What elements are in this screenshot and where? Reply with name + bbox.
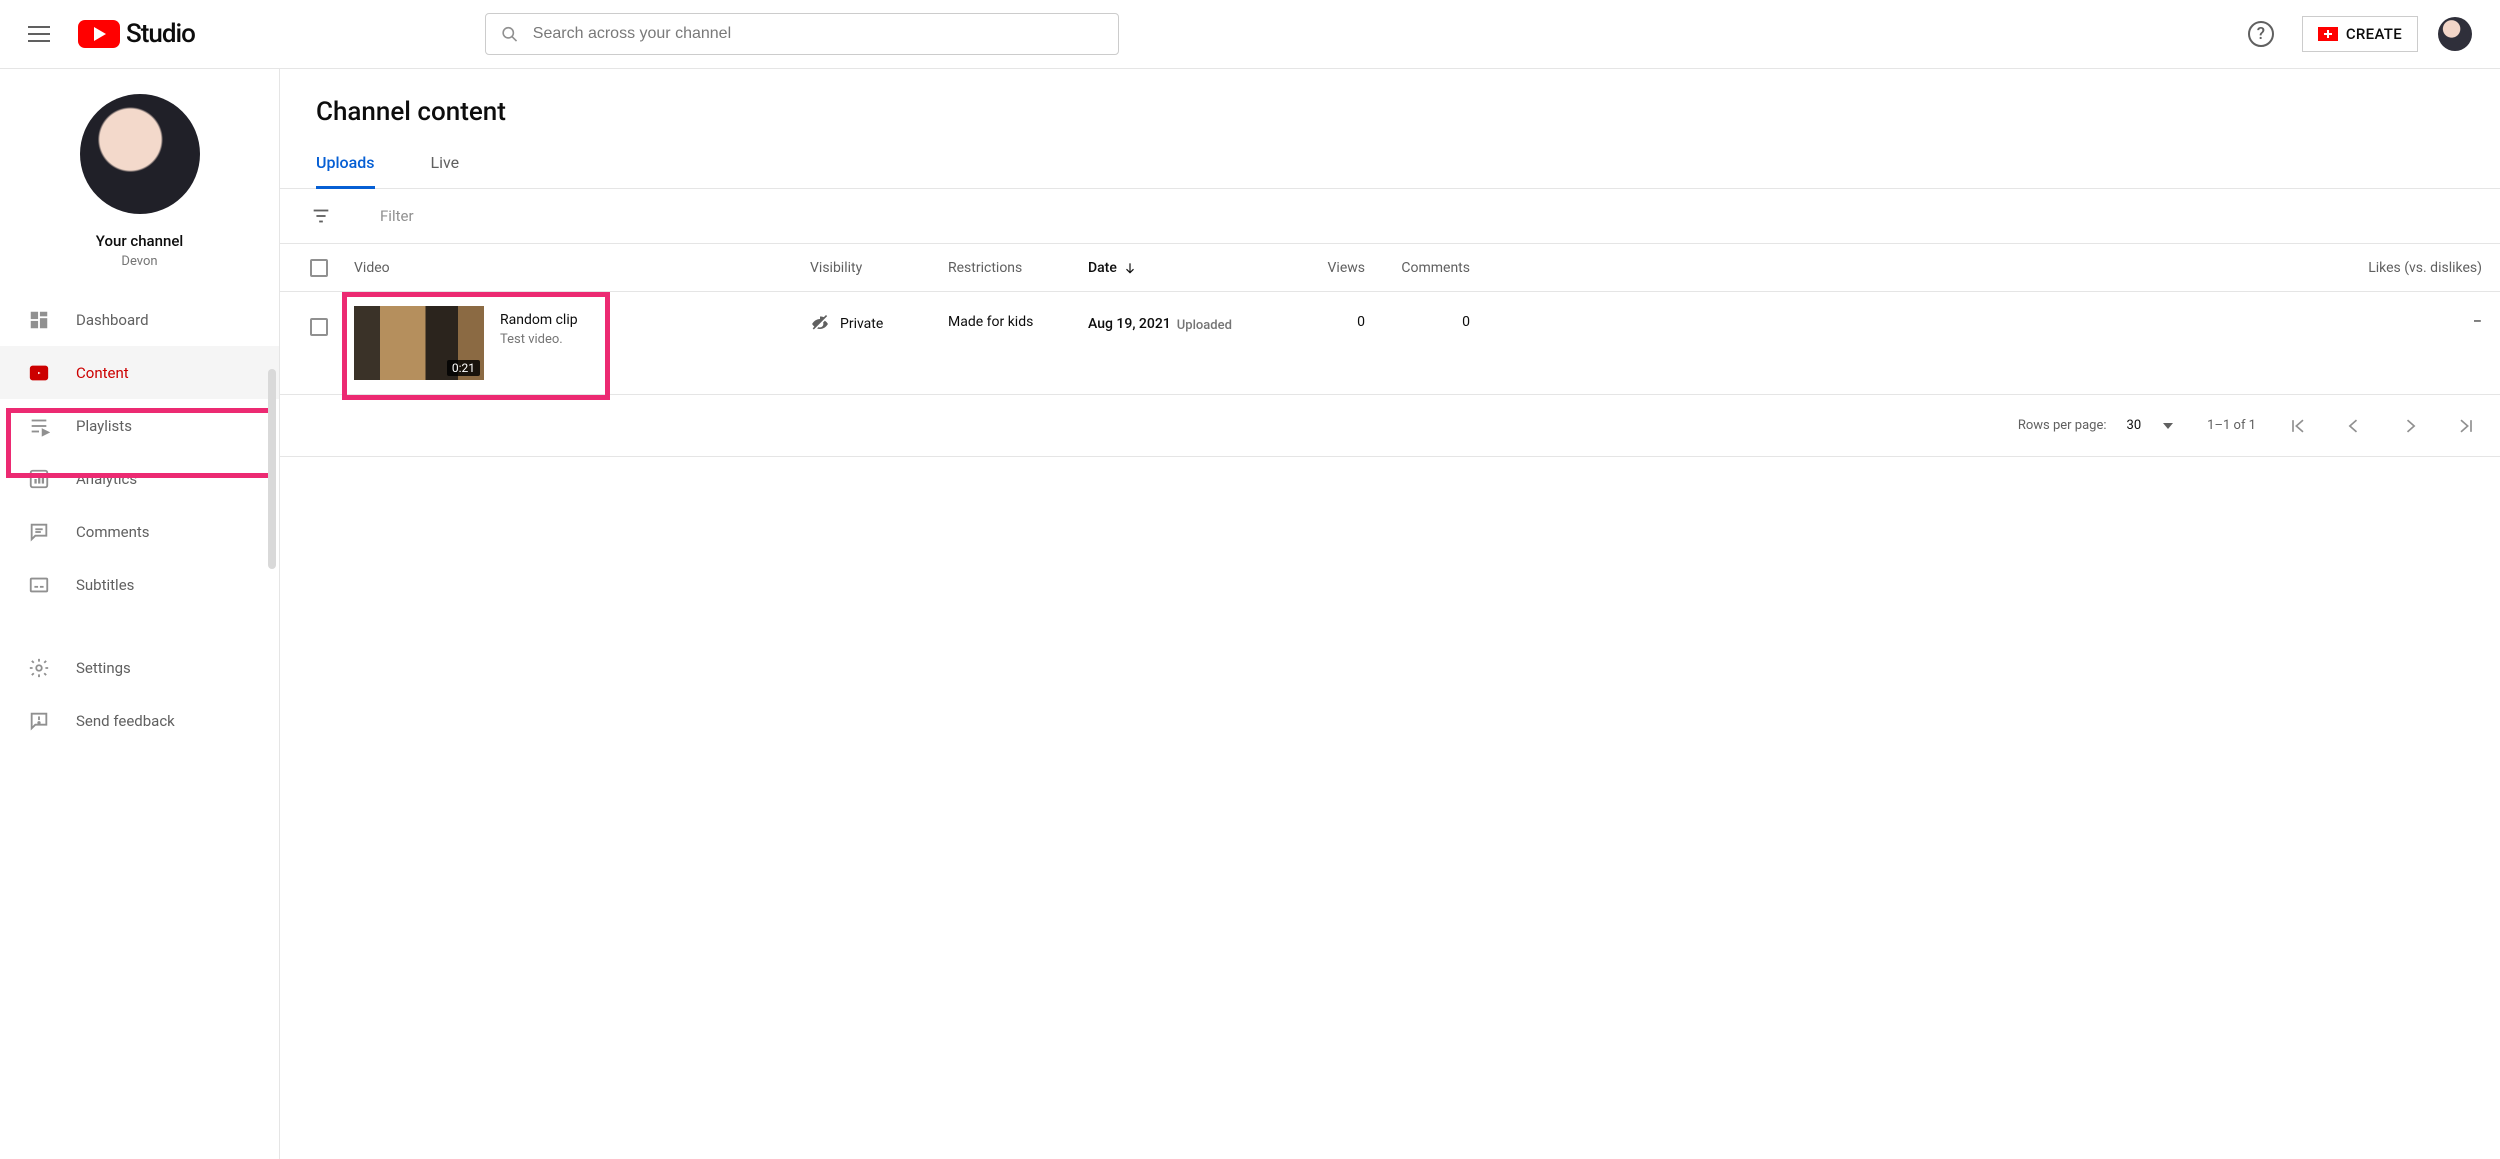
body: Your channel Devon Dashboard Content Pla…: [0, 69, 2500, 1159]
filter-placeholder: Filter: [380, 207, 414, 225]
topbar: Studio ? CREATE: [0, 0, 2500, 69]
feedback-icon: [28, 710, 50, 732]
likes-value: –: [1470, 306, 2500, 330]
create-label: CREATE: [2346, 25, 2402, 43]
comments-icon: [28, 521, 50, 543]
playlists-icon: [28, 415, 50, 437]
rows-per-page-select[interactable]: 30: [2121, 414, 2180, 437]
video-description: Test video.: [500, 332, 578, 347]
dashboard-icon: [28, 309, 50, 331]
tabs: Uploads Live: [280, 153, 2500, 189]
table-row[interactable]: 0:21 Random clip Test video. Private Mad…: [280, 292, 2500, 395]
page-title: Channel content: [280, 97, 2500, 127]
first-page-button[interactable]: [2284, 416, 2312, 436]
analytics-icon: [28, 468, 50, 490]
filter-icon: [310, 205, 332, 227]
sidebar: Your channel Devon Dashboard Content Pla…: [0, 69, 280, 1159]
tab-live[interactable]: Live: [431, 153, 460, 188]
sidebar-item-label: Comments: [76, 523, 150, 541]
col-header-views[interactable]: Views: [1260, 260, 1365, 276]
help-button[interactable]: ?: [2248, 21, 2274, 47]
search-input[interactable]: [533, 25, 1104, 43]
select-all-checkbox[interactable]: [310, 259, 328, 277]
channel-heading: Your channel: [20, 232, 259, 250]
table-header: Video Visibility Restrictions Date Views…: [280, 244, 2500, 292]
sidebar-item-label: Dashboard: [76, 311, 149, 329]
content-icon: [28, 362, 50, 384]
sidebar-item-label: Content: [76, 364, 129, 382]
search-box[interactable]: [485, 13, 1119, 55]
date-status: Uploaded: [1177, 318, 1232, 333]
views-value: 0: [1260, 306, 1365, 330]
subtitles-icon: [28, 574, 50, 596]
visibility-value: Private: [840, 316, 883, 332]
pagination: Rows per page: 30 1–1 of 1: [280, 395, 2500, 457]
sidebar-item-content[interactable]: Content: [0, 346, 279, 399]
arrow-down-icon: [1123, 261, 1137, 275]
col-header-date[interactable]: Date: [1088, 260, 1260, 276]
sidebar-item-dashboard[interactable]: Dashboard: [0, 293, 279, 346]
col-header-likes[interactable]: Likes (vs. dislikes): [1470, 260, 2500, 276]
logo[interactable]: Studio: [78, 19, 195, 49]
sidebar-item-label: Subtitles: [76, 576, 134, 594]
col-header-restrictions[interactable]: Restrictions: [948, 260, 1088, 276]
private-icon: [810, 314, 830, 334]
filter-bar[interactable]: Filter: [280, 189, 2500, 244]
hamburger-menu-button[interactable]: [28, 22, 52, 46]
comments-value: 0: [1365, 306, 1470, 330]
date-value: Aug 19, 2021: [1088, 316, 1171, 332]
channel-avatar: [80, 94, 200, 214]
channel-block[interactable]: Your channel Devon: [0, 94, 279, 293]
sidebar-item-settings[interactable]: Settings: [0, 641, 279, 694]
restrictions-value: Made for kids: [948, 306, 1088, 330]
col-header-comments[interactable]: Comments: [1365, 260, 1470, 276]
sidebar-item-label: Playlists: [76, 417, 132, 435]
account-avatar[interactable]: [2438, 17, 2472, 51]
sidebar-item-label: Settings: [76, 659, 131, 677]
video-title: Random clip: [500, 312, 578, 328]
sidebar-item-feedback[interactable]: Send feedback: [0, 694, 279, 747]
logo-text: Studio: [126, 19, 195, 49]
video-duration: 0:21: [447, 360, 480, 376]
col-header-visibility[interactable]: Visibility: [810, 260, 948, 276]
create-button[interactable]: CREATE: [2302, 16, 2418, 52]
video-thumbnail[interactable]: 0:21: [354, 306, 484, 380]
next-page-button[interactable]: [2396, 416, 2424, 436]
row-checkbox[interactable]: [310, 318, 328, 336]
video-cell[interactable]: 0:21 Random clip Test video.: [354, 306, 810, 380]
search-container: [485, 13, 1119, 55]
rows-per-page-label: Rows per page:: [2018, 418, 2107, 433]
col-header-video[interactable]: Video: [354, 260, 810, 276]
create-icon: [2318, 27, 2338, 41]
sidebar-item-comments[interactable]: Comments: [0, 505, 279, 558]
range-label: 1–1 of 1: [2207, 418, 2256, 433]
sidebar-item-label: Analytics: [76, 470, 137, 488]
caret-down-icon: [2163, 423, 2173, 429]
main-content: Channel content Uploads Live Filter Vide…: [280, 69, 2500, 1159]
sidebar-item-label: Send feedback: [76, 712, 175, 730]
last-page-button[interactable]: [2452, 416, 2480, 436]
youtube-play-icon: [78, 20, 120, 48]
channel-name: Devon: [20, 254, 259, 269]
gear-icon: [28, 657, 50, 679]
scrollbar-indicator[interactable]: [268, 369, 276, 569]
tab-uploads[interactable]: Uploads: [316, 153, 375, 189]
sidebar-item-playlists[interactable]: Playlists: [0, 399, 279, 452]
prev-page-button[interactable]: [2340, 416, 2368, 436]
sidebar-item-analytics[interactable]: Analytics: [0, 452, 279, 505]
sidebar-item-subtitles[interactable]: Subtitles: [0, 558, 279, 611]
search-icon: [500, 24, 519, 44]
